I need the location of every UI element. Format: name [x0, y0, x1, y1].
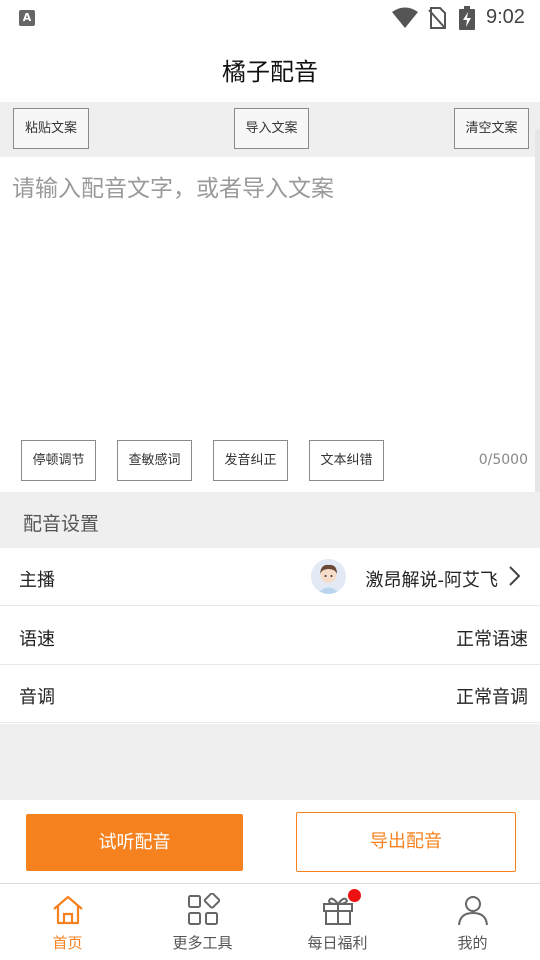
text-correction-button[interactable]: 文本纠错: [309, 440, 384, 481]
speed-setting-row[interactable]: 语速 正常语速: [0, 607, 540, 665]
chevron-right-icon: [509, 566, 521, 586]
nav-me-label: 我的: [457, 934, 488, 952]
anchor-value: 激昂解说-阿艾飞: [365, 570, 499, 591]
pronunciation-fix-button[interactable]: 发音纠正: [213, 440, 288, 481]
nav-me[interactable]: 我的: [405, 885, 540, 960]
anchor-setting-row[interactable]: 主播 激昂解说-阿艾飞: [0, 548, 540, 606]
nav-more-tools[interactable]: 更多工具: [135, 885, 270, 960]
nav-daily-benefits-label: 每日福利: [307, 934, 368, 952]
speed-label: 语速: [19, 629, 55, 650]
pause-adjust-button[interactable]: 停顿调节: [21, 440, 96, 481]
settings-title: 配音设置: [23, 513, 100, 535]
anchor-label: 主播: [19, 570, 55, 591]
nav-more-tools-label: 更多工具: [172, 934, 233, 952]
speed-value: 正常语速: [456, 629, 528, 650]
nav-home-label: 首页: [52, 934, 83, 952]
tone-value: 正常音调: [456, 687, 528, 708]
paste-text-button[interactable]: 粘贴文案: [13, 108, 89, 149]
app-header: 橘子配音: [0, 36, 540, 102]
anchor-avatar: [311, 559, 346, 594]
tone-setting-row[interactable]: 音调 正常音调: [0, 665, 540, 723]
page-title: 橘子配音: [222, 58, 318, 86]
export-dubbing-button[interactable]: 导出配音: [296, 812, 516, 872]
a-notification-icon: A: [19, 10, 35, 26]
preview-dubbing-button[interactable]: 试听配音: [26, 814, 243, 871]
spacer-area: [0, 724, 540, 800]
no-sim-icon: [428, 7, 446, 29]
wifi-icon: [392, 7, 418, 28]
tone-label: 音调: [19, 687, 55, 708]
dubbing-text-input[interactable]: [12, 169, 522, 429]
home-icon: [52, 895, 83, 925]
notification-badge: [348, 889, 361, 902]
text-toolbar: 粘贴文案 导入文案 清空文案: [0, 102, 540, 157]
editor-scrollbar[interactable]: [535, 130, 540, 492]
text-editor-panel: 停顿调节 查敏感词 发音纠正 文本纠错 0/5000: [0, 157, 535, 492]
sensitive-words-button[interactable]: 查敏感词: [117, 440, 192, 481]
clear-text-button[interactable]: 清空文案: [454, 108, 529, 149]
import-text-button[interactable]: 导入文案: [234, 108, 309, 149]
settings-section-header: 配音设置: [0, 492, 540, 548]
char-count: 0/5000: [478, 452, 528, 468]
status-time: 9:02: [486, 6, 525, 28]
battery-charging-icon: [459, 6, 475, 30]
user-icon: [457, 896, 488, 926]
bottom-nav: 首页 更多工具 每日福利 我的: [0, 885, 540, 960]
nav-home[interactable]: 首页: [0, 885, 135, 960]
nav-daily-benefits[interactable]: 每日福利: [270, 885, 405, 960]
status-bar: A 9:02: [0, 0, 540, 36]
grid-icon: [187, 893, 220, 925]
action-bar: 试听配音 导出配音: [0, 800, 540, 884]
